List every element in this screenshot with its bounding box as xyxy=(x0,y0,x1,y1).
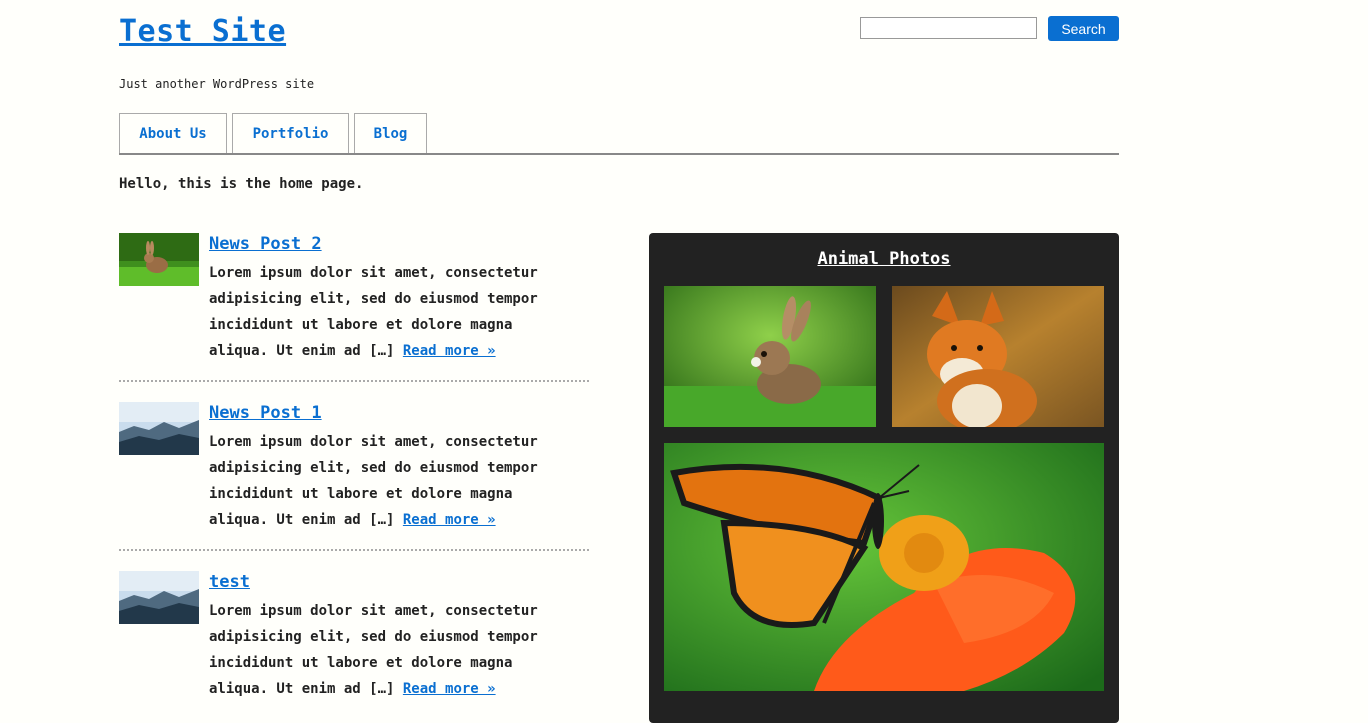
post-excerpt: Lorem ipsum dolor sit amet, consectetur … xyxy=(209,434,538,528)
rabbit-thumbnail-icon[interactable] xyxy=(119,233,199,286)
nav-divider xyxy=(119,153,1119,155)
tab-label: Blog xyxy=(373,126,408,142)
widget-title[interactable]: Animal Photos xyxy=(649,249,1119,269)
read-more-link[interactable]: Read more » xyxy=(403,512,496,528)
tab-portfolio[interactable]: Portfolio xyxy=(232,113,349,154)
post-excerpt: Lorem ipsum dolor sit amet, consectetur … xyxy=(209,603,538,697)
post-item: test Lorem ipsum dolor sit amet, consect… xyxy=(119,571,589,711)
post-item: News Post 2 Lorem ipsum dolor sit amet, … xyxy=(119,233,589,373)
animal-photos-widget: Animal Photos xyxy=(649,233,1119,723)
fox-photo-icon[interactable] xyxy=(892,286,1104,427)
foggy-forest-thumbnail-icon[interactable] xyxy=(119,571,199,624)
foggy-forest-thumbnail-icon[interactable] xyxy=(119,402,199,455)
read-more-link[interactable]: Read more » xyxy=(403,343,496,359)
post-title-link[interactable]: News Post 1 xyxy=(209,403,322,423)
post-separator xyxy=(119,380,589,382)
tab-label: About Us xyxy=(139,126,207,142)
page-intro: Hello, this is the home page. xyxy=(119,176,364,192)
tab-about-us[interactable]: About Us xyxy=(119,113,227,154)
post-separator xyxy=(119,549,589,551)
butterfly-photo-icon[interactable] xyxy=(664,443,1104,691)
rabbit-photo-icon[interactable] xyxy=(664,286,876,427)
post-excerpt: Lorem ipsum dolor sit amet, consectetur … xyxy=(209,265,538,359)
post-title-link[interactable]: test xyxy=(209,572,250,592)
tab-label: Portfolio xyxy=(252,126,329,142)
tab-blog[interactable]: Blog xyxy=(354,113,427,154)
site-tagline: Just another WordPress site xyxy=(119,77,315,91)
post-item: News Post 1 Lorem ipsum dolor sit amet, … xyxy=(119,402,589,542)
read-more-link[interactable]: Read more » xyxy=(403,681,496,697)
site-title[interactable]: Test Site xyxy=(119,14,286,49)
post-title-link[interactable]: News Post 2 xyxy=(209,234,322,254)
search-button[interactable]: Search xyxy=(1048,16,1119,41)
search-input[interactable] xyxy=(860,17,1037,39)
